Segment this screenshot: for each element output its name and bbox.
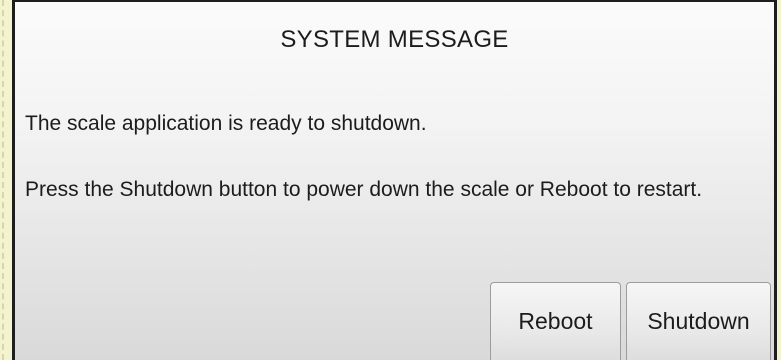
dialog-title: SYSTEM MESSAGE [280,26,509,53]
shutdown-button[interactable]: Shutdown [626,282,771,360]
reboot-button-label: Reboot [518,307,593,334]
ready-message: The scale application is ready to shutdo… [25,112,427,135]
instruction-message: Press the Shutdown button to power down … [25,178,703,201]
screen: SYSTEM MESSAGE The scale application is … [0,0,781,360]
reboot-button[interactable]: Reboot [490,282,621,360]
system-message-dialog: SYSTEM MESSAGE The scale application is … [12,0,777,360]
left-edge-guide [2,0,8,360]
shutdown-button-label: Shutdown [647,307,750,334]
